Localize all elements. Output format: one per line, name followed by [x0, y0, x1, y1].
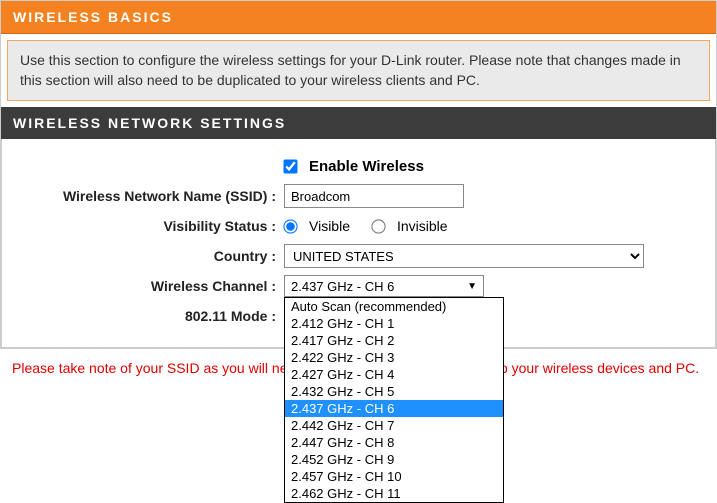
- visibility-invisible-text: Invisible: [397, 218, 448, 234]
- channel-option[interactable]: 2.447 GHz - CH 8: [285, 434, 503, 451]
- channel-dropdown[interactable]: Auto Scan (recommended)2.412 GHz - CH 12…: [284, 297, 504, 503]
- wireless-basics-description: Use this section to configure the wirele…: [7, 40, 710, 101]
- enable-wireless-label: Enable Wireless: [309, 158, 424, 175]
- visibility-invisible-radio[interactable]: [371, 219, 385, 233]
- channel-select[interactable]: 2.437 GHz - CH 6 ▼: [284, 275, 484, 297]
- country-select[interactable]: UNITED STATES: [284, 244, 644, 268]
- settings-form: Enable Wireless Wireless Network Name (S…: [1, 139, 716, 348]
- channel-label: Wireless Channel :: [14, 278, 284, 294]
- visibility-visible-radio[interactable]: [283, 219, 297, 233]
- channel-option[interactable]: 2.462 GHz - CH 11: [285, 485, 503, 502]
- channel-selected-value: 2.437 GHz - CH 6: [291, 279, 394, 294]
- channel-option[interactable]: 2.457 GHz - CH 10: [285, 468, 503, 485]
- country-label: Country :: [14, 248, 284, 264]
- enable-wireless-checkbox[interactable]: [283, 159, 297, 173]
- channel-option[interactable]: Auto Scan (recommended): [285, 298, 503, 315]
- channel-option[interactable]: 2.417 GHz - CH 2: [285, 332, 503, 349]
- visibility-visible-text: Visible: [309, 218, 350, 234]
- ssid-input[interactable]: [284, 184, 464, 208]
- channel-option[interactable]: 2.432 GHz - CH 5: [285, 383, 503, 400]
- channel-option[interactable]: 2.437 GHz - CH 6: [285, 400, 503, 417]
- visibility-label: Visibility Status :: [14, 218, 284, 234]
- mode-label: 802.11 Mode :: [14, 308, 284, 324]
- wireless-settings-header: WIRELESS NETWORK SETTINGS: [1, 107, 716, 139]
- channel-option[interactable]: 2.452 GHz - CH 9: [285, 451, 503, 468]
- channel-option[interactable]: 2.422 GHz - CH 3: [285, 349, 503, 366]
- chevron-down-icon: ▼: [467, 281, 477, 292]
- ssid-label: Wireless Network Name (SSID) :: [14, 188, 284, 204]
- wireless-basics-header: WIRELESS BASICS: [1, 1, 716, 34]
- channel-option[interactable]: 2.442 GHz - CH 7: [285, 417, 503, 434]
- channel-option[interactable]: 2.412 GHz - CH 1: [285, 315, 503, 332]
- channel-option[interactable]: 2.427 GHz - CH 4: [285, 366, 503, 383]
